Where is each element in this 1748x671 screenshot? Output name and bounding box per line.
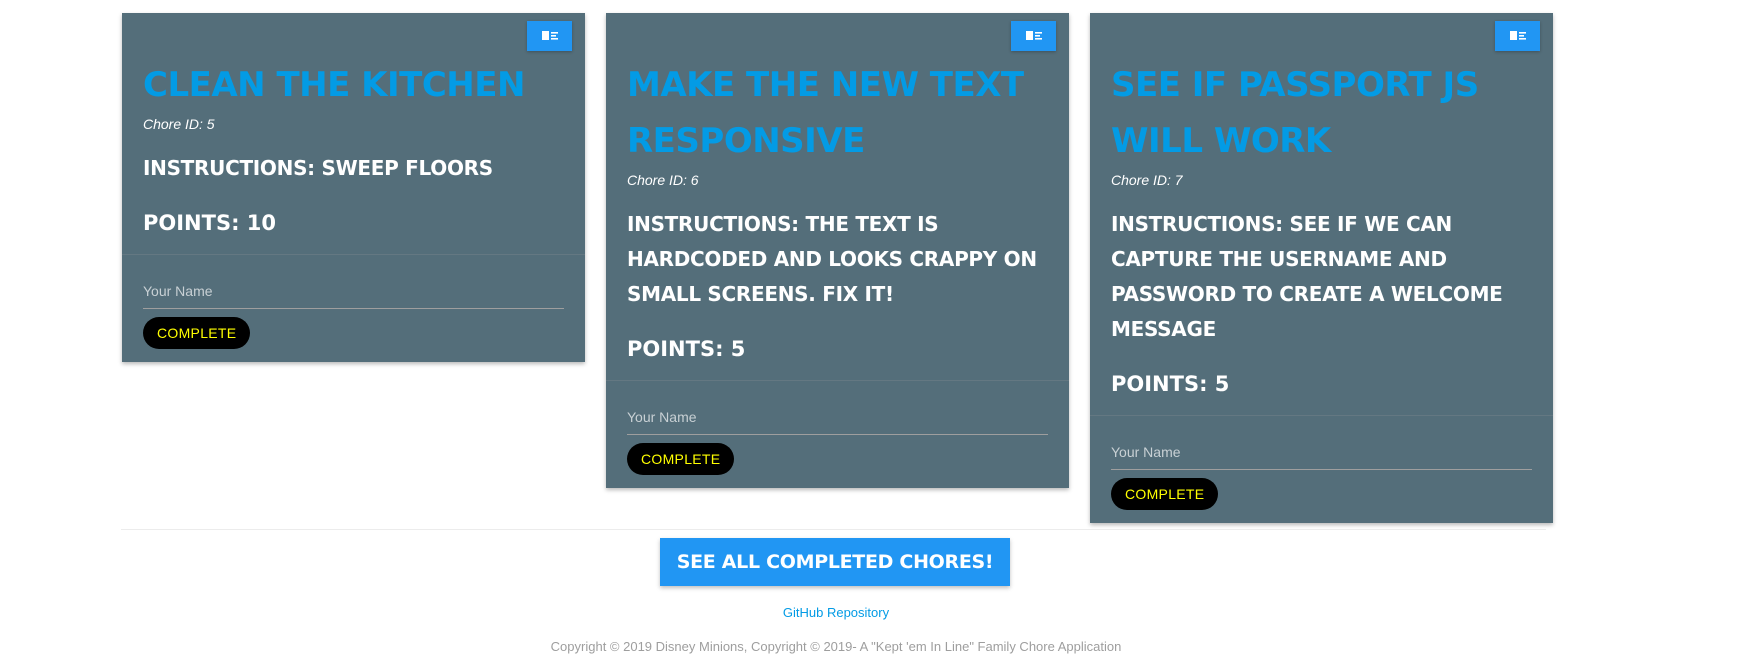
chore-title: Make the new text responsive [627, 65, 1024, 161]
github-repository-link[interactable]: GitHub Repository [0, 605, 1672, 620]
chore-title: See if Passport JS will work [1111, 65, 1479, 161]
chore-card: See if Passport JS will work Chore ID: 7… [1090, 13, 1553, 523]
your-name-input[interactable] [627, 407, 1048, 435]
card-action: COMPLETE [122, 254, 585, 362]
card-action: COMPLETE [606, 380, 1069, 488]
chore-instructions: Instructions: Sweep Floors [143, 156, 493, 180]
card-content: Clean the Kitchen Chore ID: 5 Instructio… [122, 13, 585, 254]
delete-chore-button[interactable] [1495, 21, 1540, 51]
card-content: Make the new text responsive Chore ID: 6… [606, 13, 1069, 380]
chore-instructions: Instructions: The text is hardcoded and … [627, 212, 1037, 306]
chore-id: Chore ID: 7 [1111, 172, 1183, 188]
delete-list-icon [1025, 31, 1042, 40]
chore-points: Points: 5 [1111, 372, 1230, 396]
chore-instructions: Instructions: See if we can capture the … [1111, 212, 1503, 341]
chore-card-list: Clean the Kitchen Chore ID: 5 Instructio… [122, 13, 1553, 523]
your-name-input[interactable] [143, 281, 564, 309]
complete-button[interactable]: COMPLETE [143, 317, 251, 349]
chore-points: Points: 10 [143, 211, 277, 235]
delete-list-icon [1509, 31, 1526, 40]
chore-title: Clean the Kitchen [143, 65, 525, 105]
complete-button[interactable]: COMPLETE [627, 443, 735, 475]
card-action: COMPLETE [1090, 415, 1553, 523]
copyright-text: Copyright © 2019 Disney Minions, Copyrig… [550, 639, 1122, 654]
chore-card: Clean the Kitchen Chore ID: 5 Instructio… [122, 13, 585, 362]
see-all-completed-button[interactable]: See All Completed Chores! [660, 538, 1010, 586]
complete-button[interactable]: COMPLETE [1111, 478, 1219, 510]
chore-id: Chore ID: 6 [627, 172, 699, 188]
delete-chore-button[interactable] [1011, 21, 1056, 51]
chore-points: Points: 5 [627, 337, 746, 361]
footer-divider [121, 529, 1546, 530]
chore-id: Chore ID: 5 [143, 116, 215, 132]
chore-card: Make the new text responsive Chore ID: 6… [606, 13, 1069, 488]
your-name-input[interactable] [1111, 442, 1532, 470]
card-content: See if Passport JS will work Chore ID: 7… [1090, 13, 1553, 415]
delete-list-icon [541, 31, 558, 40]
delete-chore-button[interactable] [527, 21, 572, 51]
